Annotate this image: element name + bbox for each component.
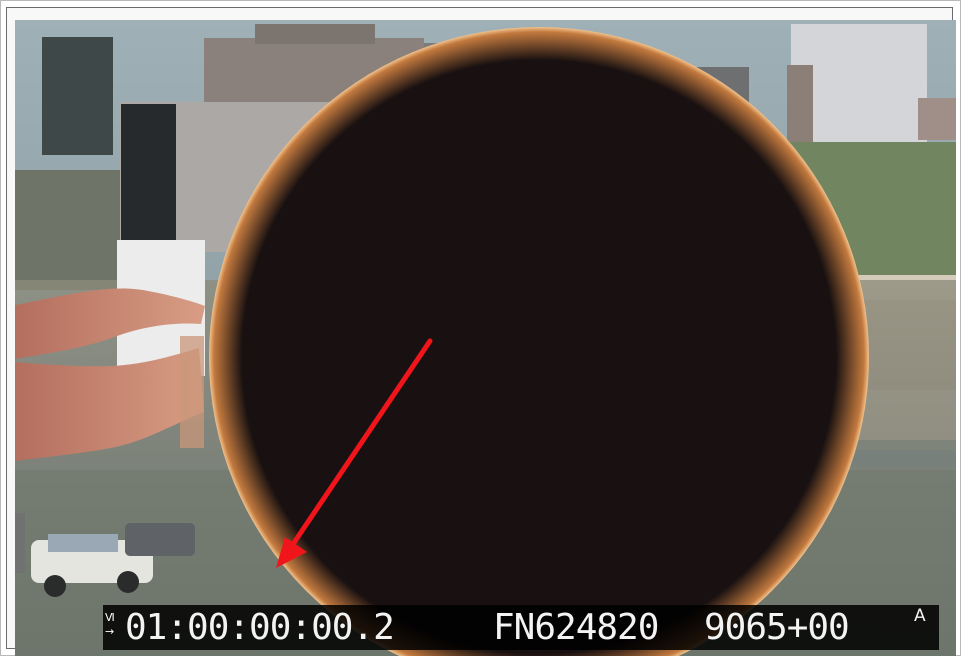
black-disk (209, 27, 869, 656)
timecode-overlay: VI → 01:00:00:00.2 FN624820 9065+00 A (103, 605, 939, 650)
timecode-prefix-top: VI (105, 611, 115, 624)
timecode-suffix: A (914, 606, 926, 626)
timecode-prefix: VI → (105, 605, 125, 650)
video-still: VI → 01:00:00:00.2 FN624820 9065+00 A (15, 20, 956, 656)
timecode-value: 01:00:00:00.2 (125, 607, 395, 648)
video-code: 9065+00 (704, 607, 850, 648)
scene-graphic (15, 20, 956, 656)
frame-number: FN624820 (493, 607, 659, 648)
timecode-prefix-bottom: → (105, 625, 114, 638)
